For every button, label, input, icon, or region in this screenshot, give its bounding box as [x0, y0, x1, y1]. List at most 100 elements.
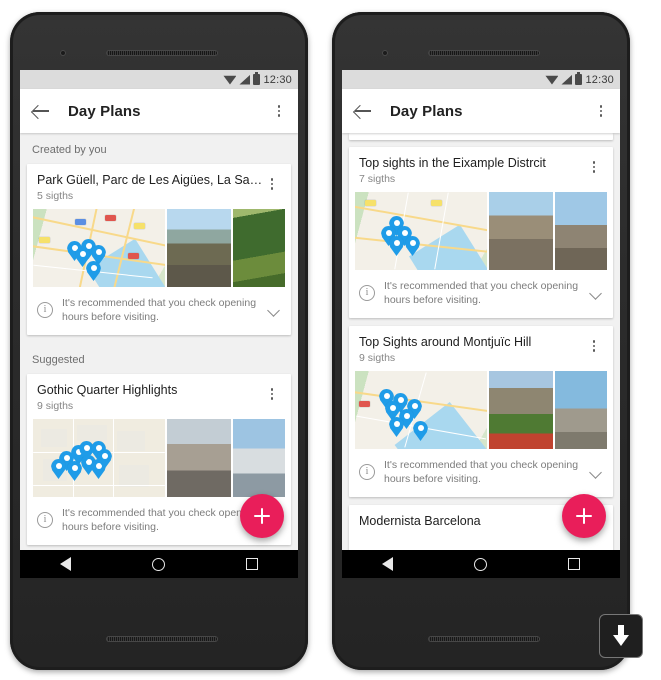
- app-bar: Day Plans: [342, 89, 620, 133]
- nav-home-icon[interactable]: [151, 557, 165, 571]
- card-overflow-menu-icon[interactable]: [585, 156, 603, 178]
- opening-hours-note: It's recommended that you check opening …: [384, 280, 579, 306]
- overflow-menu-icon[interactable]: [592, 100, 610, 122]
- status-bar-clock: 12:30: [585, 73, 614, 86]
- info-icon: [359, 464, 375, 480]
- card-header: Park Güell, Parc de Les Aigües, La Sa… 5…: [27, 164, 291, 209]
- add-day-plan-fab[interactable]: [240, 494, 284, 538]
- thumbnail-strip[interactable]: [355, 192, 607, 270]
- status-bar-clock: 12:30: [263, 73, 292, 86]
- day-plans-list-right[interactable]: Top sights in the Eixample Distrcit 7 si…: [342, 133, 620, 550]
- status-bar: 12:30: [342, 70, 620, 89]
- photo-thumbnail[interactable]: [167, 209, 231, 287]
- overflow-menu-icon[interactable]: [270, 100, 288, 122]
- map-thumbnail[interactable]: [33, 419, 165, 497]
- card-clipped-area: [349, 543, 613, 550]
- battery-icon: [253, 72, 261, 85]
- card-header-texts: Top sights in the Eixample Distrcit 7 si…: [359, 156, 585, 185]
- map-block: [41, 429, 67, 447]
- map-route-shield: [128, 253, 139, 259]
- card-title: Park Güell, Parc de Les Aigües, La Sa…: [37, 173, 263, 187]
- download-arrow-icon: [612, 625, 630, 647]
- card-header-texts: Modernista Barcelona: [359, 514, 585, 528]
- section-header-suggested: Suggested: [20, 343, 298, 374]
- screenshot-stage: 12:30 Day Plans Created by you Park Güel…: [0, 0, 661, 680]
- photo-thumbnail[interactable]: [233, 419, 285, 497]
- nav-recents-icon[interactable]: [567, 558, 580, 570]
- card-title: Top sights in the Eixample Distrcit: [359, 156, 546, 170]
- card-footer-note[interactable]: It's recommended that you check opening …: [349, 449, 613, 497]
- map-block: [77, 425, 107, 441]
- info-icon: [37, 302, 53, 318]
- day-plan-card[interactable]: Top Sights around Montjuïc Hill 9 sigths: [349, 326, 613, 497]
- nav-home-icon[interactable]: [473, 557, 487, 571]
- photo-thumbnail[interactable]: [555, 192, 607, 270]
- photo-thumbnail[interactable]: [167, 419, 231, 497]
- card-title: Gothic Quarter Highlights: [37, 383, 178, 397]
- bottom-speaker: [428, 636, 540, 642]
- thumbnail-strip[interactable]: [33, 209, 285, 287]
- back-arrow-icon[interactable]: [30, 100, 52, 122]
- chevron-down-icon[interactable]: [589, 286, 603, 300]
- map-route-shield: [431, 200, 442, 206]
- front-camera-icon: [60, 50, 66, 56]
- photo-thumbnail[interactable]: [489, 192, 553, 270]
- opening-hours-note: It's recommended that you check opening …: [62, 507, 257, 533]
- card-title: Modernista Barcelona: [359, 514, 481, 528]
- chevron-down-icon[interactable]: [589, 465, 603, 479]
- thumbnail-strip[interactable]: [355, 371, 607, 449]
- day-plans-list-left[interactable]: Created by you Park Güell, Parc de Les A…: [20, 133, 298, 550]
- day-plan-card[interactable]: Park Güell, Parc de Les Aigües, La Sa… 5…: [27, 164, 291, 335]
- photo-thumbnail[interactable]: [489, 371, 553, 449]
- card-footer-note[interactable]: It's recommended that you check opening …: [349, 270, 613, 318]
- card-overflow-menu-icon[interactable]: [585, 335, 603, 357]
- add-day-plan-fab[interactable]: [562, 494, 606, 538]
- map-thumbnail[interactable]: [355, 371, 487, 449]
- card-subtitle: 7 sigths: [359, 173, 396, 185]
- info-icon: [359, 285, 375, 301]
- map-route-shield: [134, 223, 145, 229]
- card-subtitle: 9 sigths: [359, 352, 396, 364]
- map-route-shield: [39, 237, 50, 243]
- map-route-shield: [75, 219, 86, 225]
- phone-screen-right: 12:30 Day Plans Top sights in the Eixamp…: [342, 70, 620, 578]
- map-thumbnail[interactable]: [33, 209, 165, 287]
- page-title: Day Plans: [390, 102, 463, 120]
- section-header-created-by-you: Created by you: [20, 133, 298, 164]
- day-plan-card[interactable]: Top sights in the Eixample Distrcit 7 si…: [349, 147, 613, 318]
- nav-recents-icon[interactable]: [245, 558, 258, 570]
- chevron-down-icon[interactable]: [267, 303, 281, 317]
- thumbnail-strip[interactable]: [33, 419, 285, 497]
- front-camera-icon: [382, 50, 388, 56]
- partial-card-above[interactable]: [349, 133, 613, 140]
- earpiece-speaker: [428, 50, 540, 56]
- card-title: Top Sights around Montjuïc Hill: [359, 335, 532, 349]
- phone-screen-left: 12:30 Day Plans Created by you Park Güel…: [20, 70, 298, 578]
- photo-thumbnail[interactable]: [555, 371, 607, 449]
- download-button[interactable]: [599, 614, 643, 658]
- nav-back-icon[interactable]: [60, 557, 72, 571]
- page-title: Day Plans: [68, 102, 141, 120]
- battery-icon: [575, 72, 583, 85]
- card-overflow-menu-icon[interactable]: [263, 173, 281, 195]
- card-header: Gothic Quarter Highlights 9 sigths: [27, 374, 291, 419]
- nav-back-icon[interactable]: [382, 557, 394, 571]
- photo-thumbnail[interactable]: [233, 209, 285, 287]
- status-bar: 12:30: [20, 70, 298, 89]
- phone-device-right: 12:30 Day Plans Top sights in the Eixamp…: [332, 12, 630, 670]
- back-arrow-icon[interactable]: [352, 100, 374, 122]
- map-route-shield: [359, 401, 370, 407]
- card-header-texts: Gothic Quarter Highlights 9 sigths: [37, 383, 263, 412]
- map-block: [119, 465, 149, 487]
- card-header-texts: Park Güell, Parc de Les Aigües, La Sa… 5…: [37, 173, 263, 202]
- app-bar: Day Plans: [20, 89, 298, 133]
- card-footer-note[interactable]: It's recommended that you check opening …: [27, 287, 291, 335]
- map-thumbnail[interactable]: [355, 192, 487, 270]
- map-block: [117, 431, 145, 451]
- android-nav-bar: [342, 550, 620, 578]
- bottom-speaker: [106, 636, 218, 642]
- signal-icon: [561, 74, 573, 85]
- card-overflow-menu-icon[interactable]: [263, 383, 281, 405]
- card-subtitle: 5 sigths: [37, 190, 74, 202]
- info-icon: [37, 512, 53, 528]
